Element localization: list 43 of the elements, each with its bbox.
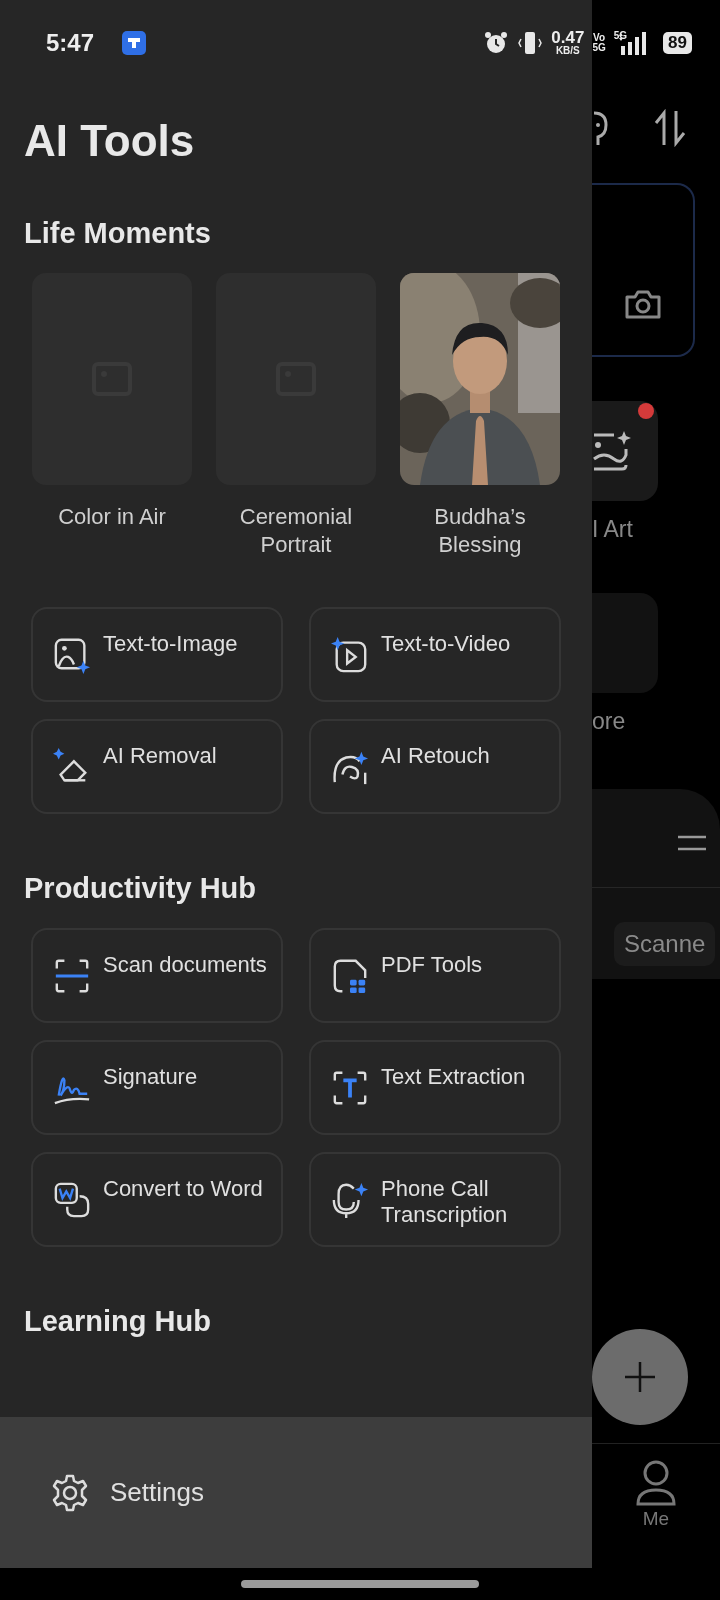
feature-label[interactable]: I Art — [592, 515, 720, 543]
tool-button[interactable]: AI Retouch — [309, 719, 561, 814]
menu-icon[interactable] — [678, 835, 706, 851]
app-notification-icon — [122, 30, 147, 55]
tool-button[interactable]: PDF Tools — [309, 928, 561, 1023]
tool-button[interactable]: Text-to-Video — [309, 607, 561, 702]
section-heading: Productivity Hub — [24, 871, 257, 906]
alarm-icon — [483, 29, 510, 56]
status-time: 5:47 — [46, 28, 95, 57]
feature-tile[interactable] — [592, 401, 658, 501]
tool-button[interactable]: Text Extraction — [309, 1040, 561, 1135]
camera-card[interactable] — [592, 183, 695, 357]
tool-button[interactable]: Convert to Word — [31, 1152, 283, 1247]
word-convert-icon — [53, 1180, 91, 1219]
net-unit: KB/S — [555, 46, 580, 56]
moment-label[interactable]: Ceremonial Portrait — [212, 503, 380, 559]
video-sparkle-icon — [331, 635, 369, 674]
feature-tile[interactable] — [592, 593, 658, 693]
battery-indicator: 89 — [663, 31, 692, 54]
section-heading: Learning Hub — [24, 1304, 212, 1339]
vibrate-icon — [517, 29, 544, 56]
person-icon — [634, 1460, 678, 1506]
plus-icon — [625, 1362, 655, 1392]
moment-label[interactable]: Buddha’s Blessing — [396, 503, 564, 559]
tool-button[interactable]: Phone Call Transcription — [309, 1152, 561, 1247]
volte-network: 5G — [592, 42, 606, 53]
tool-button[interactable]: Text-to-Image — [31, 607, 283, 702]
volte-label: Vo — [593, 32, 606, 43]
settings-icon — [50, 1472, 90, 1513]
moment-label[interactable]: Color in Air — [28, 503, 196, 531]
signal-type: 5G — [613, 29, 628, 41]
drawer-title: AI Tools — [24, 115, 196, 167]
settings-item[interactable]: Settings — [0, 1417, 592, 1568]
filter-chip[interactable]: Scanne — [614, 922, 716, 966]
me-tab[interactable]: Me — [634, 1460, 678, 1530]
tool-button[interactable]: Scan documents — [31, 928, 283, 1023]
tool-button[interactable]: AI Removal — [31, 719, 283, 814]
section-heading: Life Moments — [24, 216, 212, 251]
feature-label[interactable]: ore — [592, 707, 720, 735]
sort-icon — [652, 109, 688, 147]
net-speed: 0.47 — [551, 29, 585, 46]
tool-button[interactable]: Signature — [31, 1040, 283, 1135]
microphone-icon — [331, 1180, 369, 1219]
